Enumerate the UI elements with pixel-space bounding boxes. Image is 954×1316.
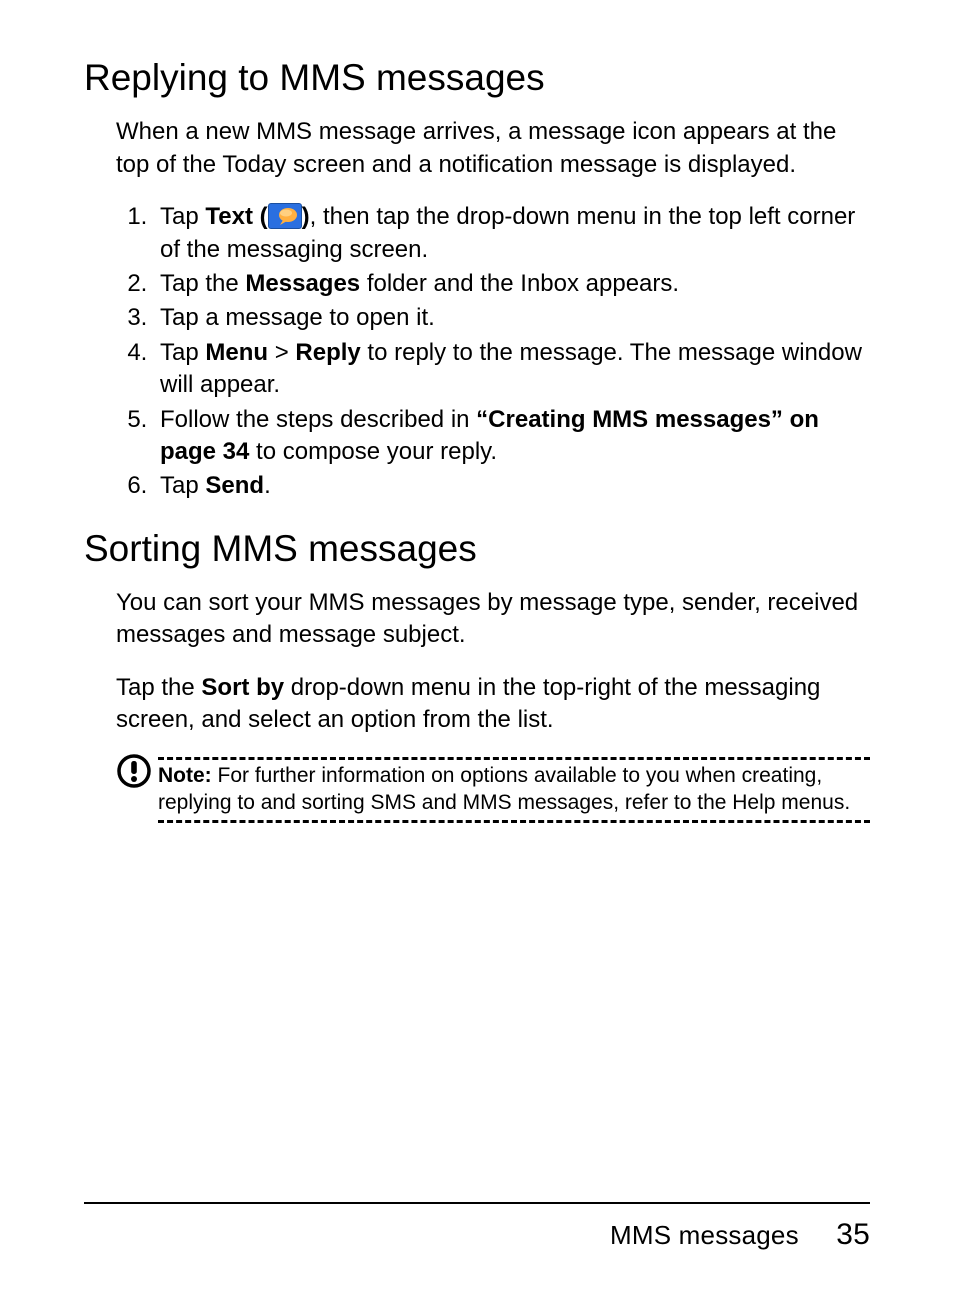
step-6-text-a: Tap: [160, 472, 205, 499]
step-1-text-a: Tap: [160, 203, 205, 230]
step-5-text-c: to compose your reply.: [249, 438, 497, 465]
step-2-text-a: Tap the: [160, 270, 245, 297]
steps-list: Tap Text ( ), then tap the drop-down men…: [116, 201, 870, 503]
dashed-divider-bottom: [158, 820, 870, 823]
step-2-bold: Messages: [245, 270, 360, 297]
alert-icon: [116, 753, 152, 830]
page-number: 35: [836, 1218, 870, 1251]
step-4: Tap Menu > Reply to reply to the message…: [154, 337, 870, 402]
sorting-paragraph-1: You can sort your MMS messages by messag…: [116, 587, 870, 652]
dashed-divider-top: [158, 757, 870, 760]
note-content: Note: For further information on options…: [152, 757, 870, 830]
step-1-bold-close: ): [302, 203, 310, 230]
step-6-bold-send: Send: [205, 472, 264, 499]
step-5: Follow the steps described in “Creating …: [154, 404, 870, 469]
step-5-text-a: Follow the steps described in: [160, 406, 476, 433]
intro-paragraph: When a new MMS message arrives, a messag…: [116, 116, 870, 181]
step-4-bold-reply: Reply: [295, 339, 360, 366]
heading-sorting: Sorting MMS messages: [84, 527, 870, 571]
heading-replying: Replying to MMS messages: [84, 56, 870, 100]
step-6-text-c: .: [264, 472, 271, 499]
document-page: Replying to MMS messages When a new MMS …: [0, 0, 954, 1316]
text-icon-wrapper: [268, 203, 302, 230]
step-4-bold-menu: Menu: [205, 339, 268, 366]
footer-line: MMS messages 35: [84, 1218, 870, 1252]
note-block: Note: For further information on options…: [116, 757, 870, 830]
note-body: For further information on options avail…: [158, 764, 850, 814]
footer-rule: [84, 1202, 870, 1204]
step-1-bold-text: Text (: [205, 203, 267, 230]
step-2: Tap the Messages folder and the Inbox ap…: [154, 268, 870, 300]
step-6: Tap Send.: [154, 470, 870, 502]
step-4-text-a: Tap: [160, 339, 205, 366]
step-2-text-c: folder and the Inbox appears.: [360, 270, 679, 297]
step-3: Tap a message to open it.: [154, 302, 870, 334]
speech-bubble-icon: [268, 203, 302, 229]
footer-title: MMS messages: [610, 1220, 799, 1250]
p2-bold-sortby: Sort by: [201, 674, 284, 701]
note-text-line: Note: For further information on options…: [158, 762, 870, 817]
p2-text-a: Tap the: [116, 674, 201, 701]
step-1: Tap Text ( ), then tap the drop-down men…: [154, 201, 870, 266]
page-footer: MMS messages 35: [84, 1202, 870, 1252]
sorting-paragraph-2: Tap the Sort by drop-down menu in the to…: [116, 672, 870, 737]
step-4-sep: >: [268, 339, 295, 366]
note-label: Note:: [158, 764, 212, 787]
